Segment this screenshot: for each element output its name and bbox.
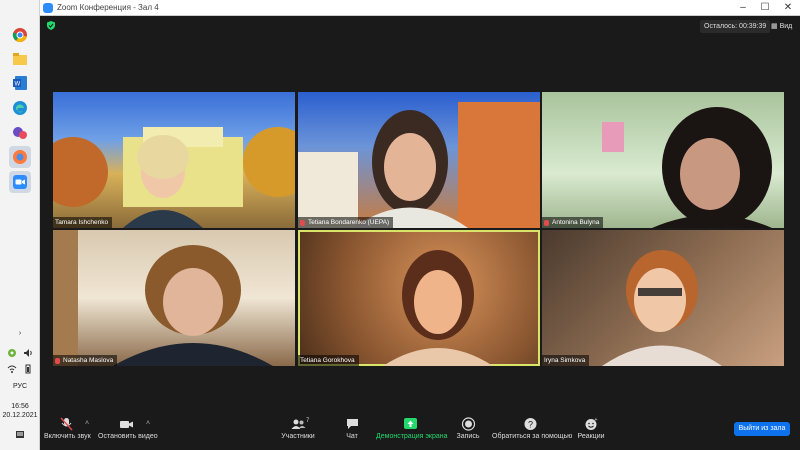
participants-icon (291, 419, 305, 429)
edge-browser-icon[interactable] (9, 97, 31, 119)
reactions-smiley-icon: + (585, 417, 597, 430)
video-feed (53, 230, 273, 366)
mic-muted-icon (300, 219, 305, 226)
video-options-caret-icon[interactable]: ˄ (146, 420, 150, 427)
meeting-controls-bar: Включить звук ˄ Остановить видео ˄ Участ… (40, 410, 800, 450)
mic-muted-icon (544, 219, 549, 226)
battery-icon[interactable] (23, 364, 33, 374)
help-question-icon: ? (524, 418, 536, 430)
audio-options-caret-icon[interactable]: ˄ (85, 420, 89, 427)
remaining-time: Осталось: 00:39:39 (700, 20, 771, 33)
video-tile[interactable]: Iryna Simkova (542, 230, 784, 366)
tray-expand-icon[interactable]: › (0, 330, 40, 337)
grid-view-icon: ▦ (771, 23, 778, 30)
participant-name-tag: Antonina Bulyna (542, 217, 604, 228)
video-tile[interactable]: Tamara Ishchenko (53, 92, 295, 228)
zoom-logo-icon (43, 3, 53, 13)
participant-name-tag: Natasha Maslova (53, 355, 118, 366)
volume-icon[interactable] (23, 348, 33, 358)
window-title: Zoom Конференция - Зал 4 (57, 3, 159, 12)
participant-name-tag: Tetiana Bondarenko (UEPA) (298, 217, 394, 228)
notifications-icon[interactable] (15, 430, 25, 440)
video-tile[interactable]: Tetiana Bondarenko (UEPA) (298, 92, 540, 228)
word-app-icon[interactable]: W (9, 72, 31, 94)
share-screen-icon (403, 418, 417, 429)
clock-time[interactable]: 16:56 (0, 403, 40, 410)
record-icon (461, 417, 475, 431)
encryption-shield-icon[interactable] (47, 21, 55, 30)
reactions-button[interactable]: + Реакции (576, 410, 606, 450)
video-tile-active-speaker[interactable]: Tetiana Gorokhova (298, 230, 540, 366)
view-button-label: Вид (779, 23, 793, 30)
participants-count: 7 (306, 418, 310, 424)
stop-video-button[interactable]: Остановить видео (98, 410, 158, 450)
participant-name-tag: Iryna Simkova (542, 355, 590, 366)
clock-date[interactable]: 20.12.2021 (0, 412, 40, 419)
video-camera-icon (119, 421, 133, 428)
file-explorer-icon[interactable] (9, 48, 31, 70)
chat-bubble-icon (346, 419, 358, 429)
zoom-window: Zoom Конференция - Зал 4 – ☐ ✕ Осталось:… (40, 0, 800, 450)
participants-button[interactable]: Участники 7 (278, 410, 318, 450)
zoom-app-icon[interactable] (9, 171, 31, 193)
close-icon[interactable]: ✕ (777, 0, 799, 16)
viber-app-icon[interactable] (9, 122, 31, 144)
share-screen-button[interactable]: Демонстрация экрана (376, 410, 448, 450)
chrome-app-icon[interactable] (9, 24, 31, 46)
opera-app-icon[interactable] (9, 146, 31, 168)
video-feed (298, 102, 540, 228)
ask-for-help-button[interactable]: ? Обратиться за помощью (492, 410, 572, 450)
unmute-button[interactable]: Включить звук (44, 410, 91, 450)
maximize-icon[interactable]: ☐ (754, 0, 776, 16)
video-tile[interactable]: Antonina Bulyna (542, 92, 784, 228)
svg-text:?: ? (528, 420, 533, 430)
record-button[interactable]: Запись (456, 410, 480, 450)
window-titlebar: Zoom Конференция - Зал 4 – ☐ ✕ (40, 0, 800, 16)
wifi-icon[interactable] (7, 364, 17, 374)
participant-name-tag: Tetiana Gorokhova (298, 355, 359, 366)
leave-room-button[interactable]: Выйти из зала (734, 422, 790, 436)
microphone-muted-icon (59, 417, 73, 431)
windows-taskbar: W › РУС 16:56 20.12.2021 (0, 0, 40, 450)
participant-name-tag: Tamara Ishchenko (53, 217, 113, 228)
meeting-topbar: Осталось: 00:39:39 ▦ Вид (40, 16, 800, 36)
video-tile[interactable]: Natasha Maslova (53, 230, 295, 366)
video-feed (53, 127, 295, 228)
input-language[interactable]: РУС (0, 383, 40, 390)
video-feed (383, 250, 493, 366)
view-button[interactable]: ▦ Вид (771, 20, 792, 33)
network-status-icon[interactable] (7, 348, 17, 358)
minimize-icon[interactable]: – (732, 0, 754, 16)
svg-text:+: + (594, 417, 597, 423)
mic-muted-icon (55, 357, 60, 364)
video-feed (602, 107, 772, 228)
video-feed (602, 250, 722, 366)
svg-text:W: W (15, 82, 21, 88)
chat-button[interactable]: Чат (340, 410, 364, 450)
